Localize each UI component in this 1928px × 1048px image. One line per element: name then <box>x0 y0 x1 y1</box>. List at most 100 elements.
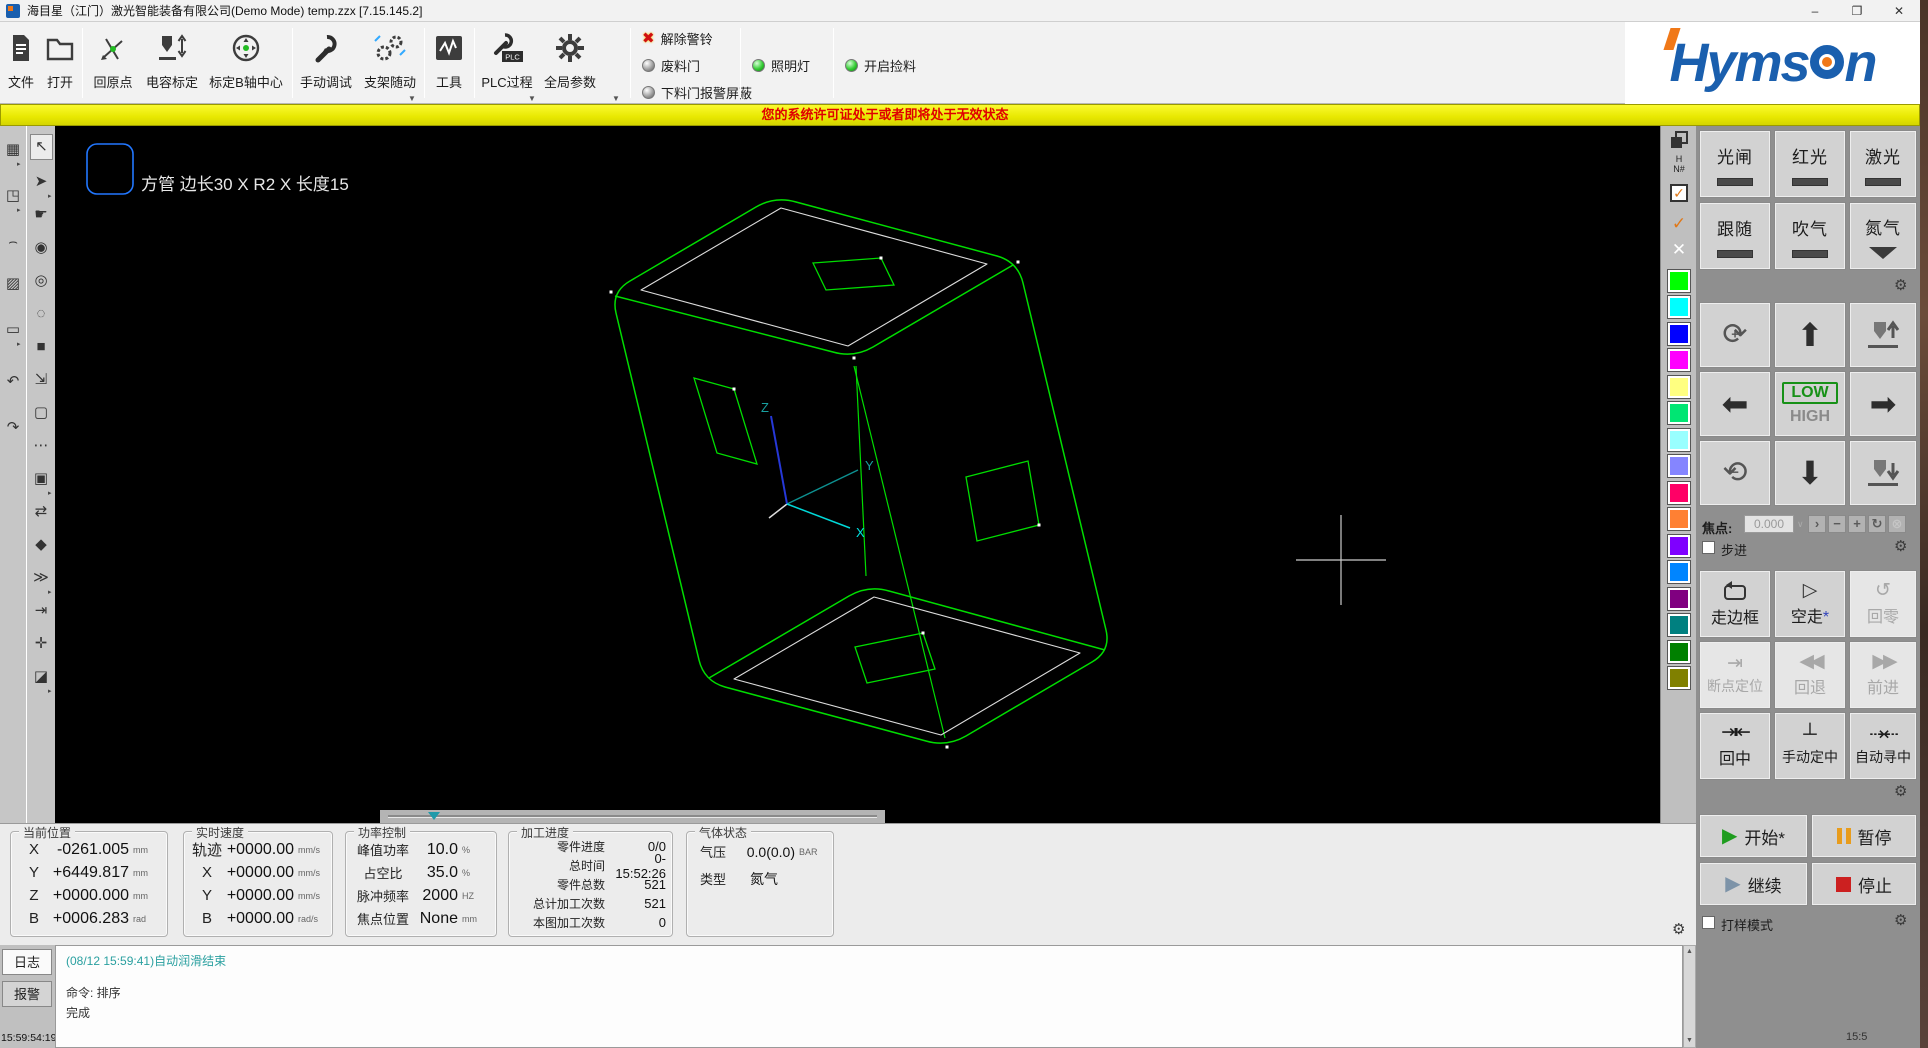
center-point-tool[interactable]: ✛ <box>27 632 55 656</box>
log-scrollbar[interactable]: ▲ ▼ <box>1683 945 1696 1048</box>
blow-button[interactable]: 吹气 <box>1774 202 1846 270</box>
color-swatch[interactable] <box>1668 535 1690 557</box>
red-light-button[interactable]: 红光 <box>1774 130 1846 198</box>
trace-frame-button[interactable]: 走边框 <box>1699 570 1771 638</box>
auto-centering-button[interactable]: ⇢⇠ 自动寻中 <box>1849 712 1917 780</box>
start-button[interactable]: ▶ 开始* <box>1699 814 1808 858</box>
drawing-canvas[interactable]: 方管 边长30 X R2 X 长度15 <box>55 126 1660 823</box>
arc-tool[interactable]: ⌢ <box>0 230 26 254</box>
gear-icon[interactable]: ⚙ <box>1894 278 1907 293</box>
stop-button[interactable]: 停止 <box>1811 862 1917 906</box>
fit-view-tool[interactable]: ⇲ <box>27 368 55 392</box>
pierce-tool[interactable]: ◆ <box>27 533 55 557</box>
tab-log[interactable]: 日志 <box>2 949 52 975</box>
jog-left-button[interactable]: ⬅ <box>1699 371 1771 437</box>
jog-right-button[interactable]: ➡ <box>1849 371 1917 437</box>
dry-run-button[interactable]: ▷ 空走* <box>1774 570 1846 638</box>
undo-button[interactable]: ↶ <box>0 370 26 394</box>
pause-button[interactable]: 暂停 <box>1811 814 1917 858</box>
maximize-button[interactable]: ❐ <box>1837 0 1877 22</box>
color-swatch[interactable] <box>1668 614 1690 636</box>
focus-value-combo[interactable]: 0.000 <box>1744 515 1794 533</box>
color-swatch[interactable] <box>1668 429 1690 451</box>
color-swatch[interactable] <box>1668 402 1690 424</box>
solid-view-tool[interactable]: ◳ <box>0 184 26 208</box>
scrap-door-toggle[interactable]: 废料门 <box>642 55 700 75</box>
rotate-plus-button[interactable]: ⟳+ <box>1699 302 1771 368</box>
scroll-up-icon[interactable]: ▲ <box>1684 946 1695 958</box>
color-swatch[interactable] <box>1668 296 1690 318</box>
chevron-down-icon[interactable]: ▼ <box>408 94 416 103</box>
apply-check-icon[interactable]: ✓ <box>1661 214 1697 234</box>
step-forward-button[interactable]: ▶▶ 前进 <box>1849 641 1917 709</box>
bridge-tool[interactable]: ▨ <box>0 272 26 296</box>
unload-door-alarm-mask-toggle[interactable]: 下料门报警屏蔽 <box>642 82 752 102</box>
redo-button[interactable]: ↷ <box>0 416 26 440</box>
color-swatch[interactable] <box>1668 667 1690 689</box>
gas-type-button[interactable]: 氮气 <box>1849 202 1917 270</box>
minimize-button[interactable]: – <box>1795 0 1835 22</box>
trace-progress-slider[interactable] <box>380 810 885 823</box>
mark-rect-tool[interactable]: ▣ <box>27 467 55 491</box>
chevron-down-icon[interactable]: ∨ <box>1797 519 1804 530</box>
chevron-down-icon[interactable]: ▼ <box>612 94 620 103</box>
sort-mode-icon[interactable]: H N# <box>1661 154 1697 174</box>
tab-alarm[interactable]: 报警 <box>2 981 52 1007</box>
clear-x-icon[interactable]: ✕ <box>1661 240 1697 260</box>
close-button[interactable]: ✕ <box>1879 0 1919 22</box>
z-down-button[interactable] <box>1849 440 1917 506</box>
focus-minus-button[interactable]: − <box>1828 515 1846 533</box>
color-swatch[interactable] <box>1668 376 1690 398</box>
frame-tool[interactable]: ▢ <box>27 401 55 425</box>
nest-grid-tool[interactable]: ▦ <box>0 138 26 162</box>
gear-icon[interactable]: ⚙ <box>1894 784 1907 799</box>
light-toggle[interactable]: 照明灯 <box>752 55 810 75</box>
gear-icon[interactable]: ⚙ <box>1894 913 1907 928</box>
release-alarm-button[interactable]: ✖ 解除警铃 <box>642 28 713 48</box>
laser-button[interactable]: 激光 <box>1849 130 1917 198</box>
tools-button[interactable]: 工具 <box>428 24 470 102</box>
slider-thumb-icon[interactable] <box>428 812 440 820</box>
return-zero-button[interactable]: ↺ 回零 <box>1849 570 1917 638</box>
layers-icon[interactable] <box>1661 130 1697 155</box>
step-back-button[interactable]: ◀◀ 回退 <box>1774 641 1846 709</box>
color-swatch[interactable] <box>1668 508 1690 530</box>
view-tool[interactable]: ◉ <box>27 236 55 260</box>
speed-low-high-toggle[interactable]: LOW HIGH <box>1774 371 1846 437</box>
pan-tool[interactable]: ☛ <box>27 203 55 227</box>
color-swatch[interactable] <box>1668 323 1690 345</box>
chevron-down-icon[interactable]: ▼ <box>528 94 536 103</box>
rotate-minus-button[interactable]: ⟲− <box>1699 440 1771 506</box>
color-swatch[interactable] <box>1668 641 1690 663</box>
dash-display-tool[interactable]: ⋯ <box>27 434 55 458</box>
manual-debug-button[interactable]: 手动调试 <box>296 24 356 102</box>
color-swatch[interactable] <box>1668 455 1690 477</box>
home-origin-button[interactable]: 回原点 <box>86 24 140 102</box>
shutter-button[interactable]: 光闸 <box>1699 130 1771 198</box>
return-center-button[interactable]: ⇥⇤ 回中 <box>1699 712 1771 780</box>
zoom-tool[interactable]: ◎ <box>27 269 55 293</box>
color-swatch[interactable] <box>1668 270 1690 292</box>
swap-tool[interactable]: ⇄ <box>27 500 55 524</box>
focus-plus-button[interactable]: + <box>1848 515 1866 533</box>
step-checkbox[interactable] <box>1702 541 1715 554</box>
file-button[interactable]: 文件 <box>2 24 40 102</box>
b-axis-center-button[interactable]: 标定B轴中心 <box>205 24 287 102</box>
color-swatch[interactable] <box>1668 561 1690 583</box>
gear-icon[interactable]: ⚙ <box>1894 539 1907 554</box>
z-up-button[interactable] <box>1849 302 1917 368</box>
jog-up-button[interactable]: ⬆ <box>1774 302 1846 368</box>
align-tool[interactable]: ⇥ <box>27 599 55 623</box>
capacitance-calibration-button[interactable]: 电容标定 <box>142 24 202 102</box>
focus-cancel-button[interactable]: ⊗ <box>1888 515 1906 533</box>
plc-process-button[interactable]: PLC PLC过程 <box>478 24 536 102</box>
follow-button[interactable]: 跟随 <box>1699 202 1771 270</box>
open-button[interactable]: 打开 <box>41 24 79 102</box>
slider-track[interactable] <box>388 815 877 818</box>
measure-tool[interactable]: ▭ <box>0 318 26 342</box>
jog-down-button[interactable]: ⬇ <box>1774 440 1846 506</box>
pickup-toggle[interactable]: 开启捡料 <box>845 55 916 75</box>
resume-button[interactable]: ▶ 继续 <box>1699 862 1808 906</box>
focus-reset-button[interactable]: ↻ <box>1868 515 1886 533</box>
simulate-tool[interactable]: ◌ <box>27 302 55 326</box>
